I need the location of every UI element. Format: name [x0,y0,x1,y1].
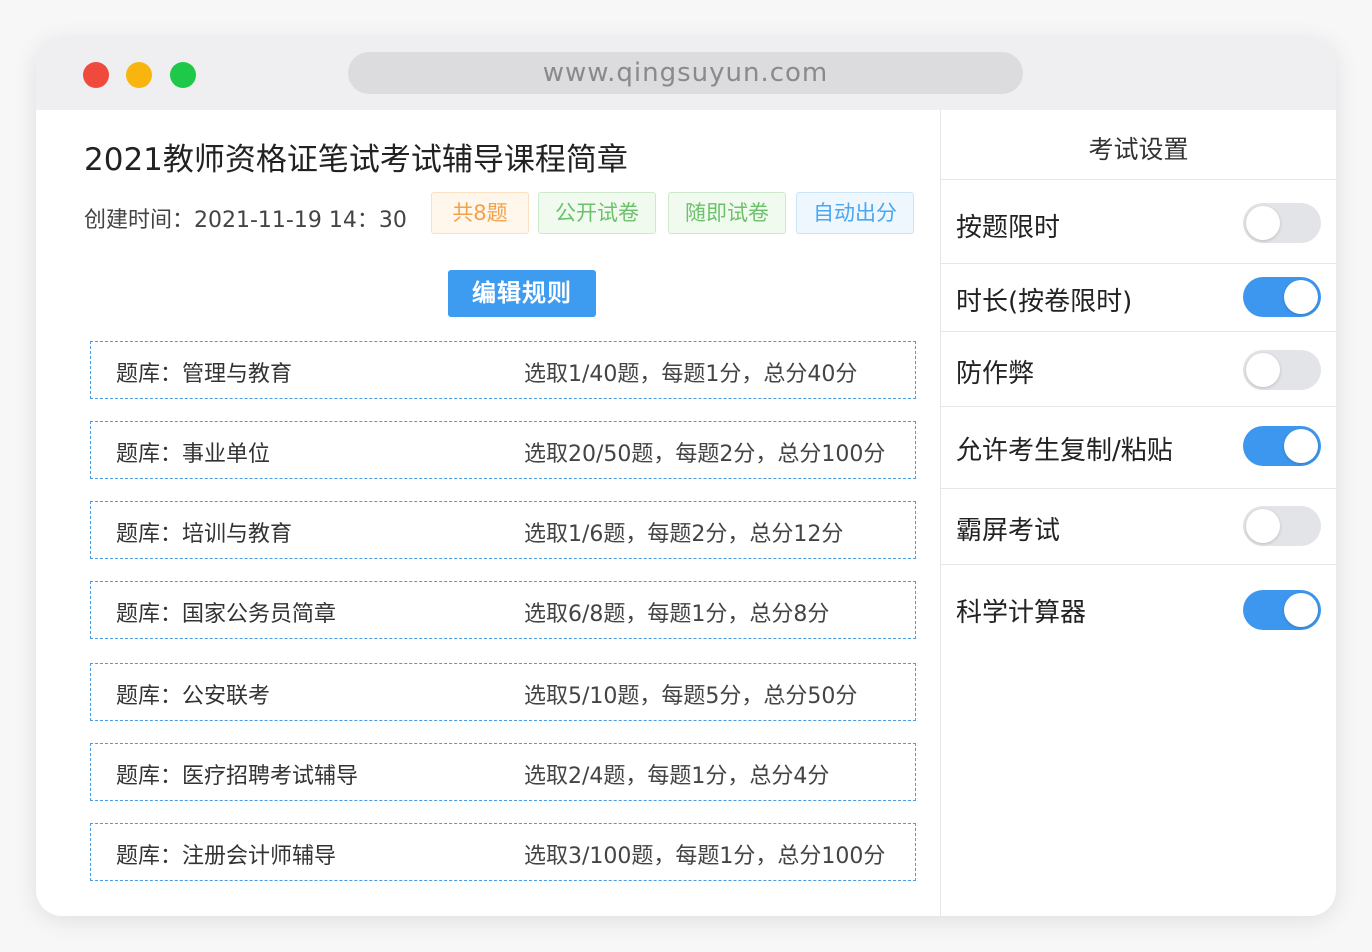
toggle-knob [1246,509,1280,543]
title-bar: www.qingsuyun.com [36,38,1336,110]
toggle-switch[interactable] [1243,350,1321,390]
question-bank-label: 题库：注册会计师辅导 [116,844,337,869]
question-bank-row[interactable]: 题库：管理与教育 选取1/40题，每题1分，总分40分 [90,341,916,399]
toggle-knob [1246,206,1280,240]
question-bank-label: 题库：培训与教育 [116,522,293,547]
setting-allow-copy-paste: 允许考生复制/粘贴 [941,407,1336,489]
public-paper-tag: 公开试卷 [538,192,656,234]
setting-label: 允许考生复制/粘贴 [956,436,1173,466]
toggle-switch[interactable] [1243,277,1321,317]
setting-label: 霸屏考试 [956,516,1061,546]
toggle-switch[interactable] [1243,590,1321,630]
auto-score-tag: 自动出分 [796,192,914,234]
maximize-window-button[interactable] [170,62,196,88]
question-bank-label: 题库：公安联考 [116,684,271,709]
close-window-button[interactable] [83,62,109,88]
setting-paper-duration: 时长(按卷限时) [941,264,1336,332]
exam-main-panel: 2021教师资格证笔试考试辅导课程简章 创建时间：2021-11-19 14：3… [36,110,940,916]
question-bank-label: 题库：事业单位 [116,442,271,467]
toggle-knob [1246,353,1280,387]
question-bank-row[interactable]: 题库：国家公务员简章 选取6/8题，每题1分，总分8分 [90,581,916,639]
setting-label: 科学计算器 [956,598,1087,628]
setting-label: 按题限时 [956,213,1061,243]
question-bank-row[interactable]: 题库：事业单位 选取20/50题，每题2分，总分100分 [90,421,916,479]
settings-title: 考试设置 [941,110,1336,180]
question-bank-row[interactable]: 题库：医疗招聘考试辅导 选取2/4题，每题1分，总分4分 [90,743,916,801]
toggle-switch[interactable] [1243,506,1321,546]
setting-label: 防作弊 [956,359,1035,389]
question-bank-row[interactable]: 题库：注册会计师辅导 选取3/100题，每题1分，总分100分 [90,823,916,881]
toggle-knob [1284,593,1318,627]
minimize-window-button[interactable] [126,62,152,88]
toggle-switch[interactable] [1243,203,1321,243]
question-count-tag: 共8题 [431,192,529,234]
setting-lock-screen-exam: 霸屏考试 [941,489,1336,565]
setting-per-question-time-limit: 按题限时 [941,181,1336,264]
question-bank-row[interactable]: 题库：培训与教育 选取1/6题，每题2分，总分12分 [90,501,916,559]
question-bank-rule: 选取20/50题，每题2分，总分100分 [524,442,886,467]
question-bank-rule: 选取5/10题，每题5分，总分50分 [524,684,858,709]
question-bank-rule: 选取1/40题，每题1分，总分40分 [524,362,858,387]
toggle-knob [1284,280,1318,314]
exam-settings-panel: 考试设置 按题限时 时长(按卷限时) 防作弊 允许考生复制/粘贴 霸屏考试 科学… [941,110,1336,916]
edit-rules-button[interactable]: 编辑规则 [448,270,596,317]
question-bank-rule: 选取3/100题，每题1分，总分100分 [524,844,886,869]
toggle-switch[interactable] [1243,426,1321,466]
question-bank-rule: 选取2/4题，每题1分，总分4分 [524,764,830,789]
browser-window: www.qingsuyun.com 2021教师资格证笔试考试辅导课程简章 创建… [36,38,1336,916]
setting-label: 时长(按卷限时) [956,287,1133,317]
question-bank-rule: 选取1/6题，每题2分，总分12分 [524,522,844,547]
question-bank-label: 题库：管理与教育 [116,362,293,387]
page-title: 2021教师资格证笔试考试辅导课程简章 [84,142,628,178]
random-paper-tag: 随即试卷 [668,192,786,234]
created-time: 创建时间：2021-11-19 14：30 [84,208,407,233]
question-bank-label: 题库：国家公务员简章 [116,602,337,627]
toggle-knob [1284,429,1318,463]
setting-anti-cheat: 防作弊 [941,332,1336,407]
question-bank-rule: 选取6/8题，每题1分，总分8分 [524,602,830,627]
address-bar[interactable]: www.qingsuyun.com [348,52,1023,94]
question-bank-row[interactable]: 题库：公安联考 选取5/10题，每题5分，总分50分 [90,663,916,721]
setting-scientific-calculator: 科学计算器 [941,565,1336,655]
question-bank-label: 题库：医疗招聘考试辅导 [116,764,359,789]
